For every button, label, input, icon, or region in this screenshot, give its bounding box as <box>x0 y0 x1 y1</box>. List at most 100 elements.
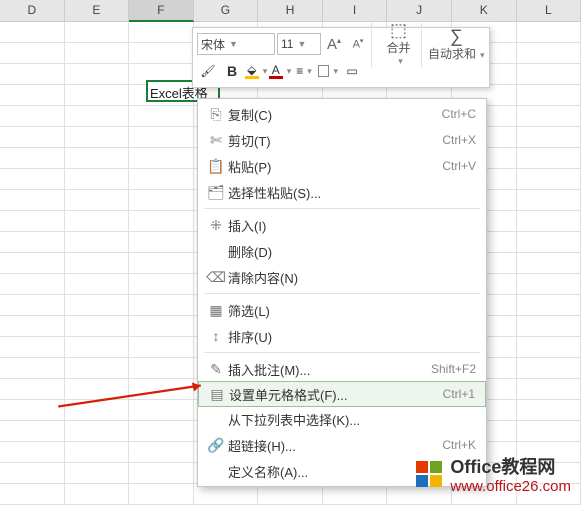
grid-cell[interactable] <box>0 442 65 463</box>
col-header-h[interactable]: H <box>258 0 323 22</box>
font-color-button[interactable]: A ▾ <box>269 60 291 82</box>
grid-cell[interactable] <box>65 211 130 232</box>
grid-cell[interactable] <box>65 379 130 400</box>
grid-cell[interactable] <box>65 64 130 85</box>
grid-cell[interactable] <box>129 337 194 358</box>
grid-cell[interactable] <box>517 295 581 316</box>
col-header-d[interactable]: D <box>0 0 65 22</box>
grid-cell[interactable] <box>258 484 323 505</box>
grid-cell[interactable] <box>65 190 130 211</box>
grid-cell[interactable] <box>517 190 581 211</box>
grid-cell[interactable] <box>129 190 194 211</box>
grid-cell[interactable] <box>129 379 194 400</box>
grid-cell[interactable] <box>129 43 194 64</box>
grid-cell[interactable] <box>0 463 65 484</box>
grid-cell[interactable] <box>129 232 194 253</box>
grid-cell[interactable] <box>65 22 130 43</box>
grid-cell[interactable] <box>517 85 581 106</box>
align-button[interactable]: ≡▾ <box>293 60 315 82</box>
menu-item[interactable]: ▤设置单元格格式(F)...Ctrl+1 <box>198 381 486 407</box>
grid-cell[interactable] <box>129 211 194 232</box>
grid-cell[interactable] <box>129 484 194 505</box>
grid-cell[interactable] <box>65 232 130 253</box>
grid-cell[interactable] <box>0 85 65 106</box>
grid-cell[interactable] <box>65 358 130 379</box>
grid-cell[interactable] <box>0 379 65 400</box>
format-painter-button[interactable]: 🖌 <box>197 60 219 82</box>
menu-item[interactable]: 从下拉列表中选择(K)... <box>198 406 486 432</box>
grid-cell[interactable] <box>517 274 581 295</box>
grid-cell[interactable] <box>517 169 581 190</box>
grid-cell[interactable] <box>65 484 130 505</box>
grid-cell[interactable] <box>0 337 65 358</box>
grid-cell[interactable] <box>517 22 581 43</box>
grid-cell[interactable] <box>65 85 130 106</box>
grid-cell[interactable] <box>0 316 65 337</box>
grid-cell[interactable] <box>0 169 65 190</box>
col-header-g[interactable]: G <box>194 0 259 22</box>
grid-cell[interactable] <box>0 106 65 127</box>
grid-cell[interactable] <box>0 295 65 316</box>
col-header-i[interactable]: I <box>323 0 388 22</box>
grid-cell[interactable] <box>0 358 65 379</box>
col-header-j[interactable]: J <box>387 0 452 22</box>
grid-cell[interactable] <box>0 421 65 442</box>
grid-cell[interactable] <box>129 22 194 43</box>
grid-cell[interactable] <box>517 64 581 85</box>
grid-cell[interactable] <box>65 337 130 358</box>
grid-cell[interactable] <box>517 127 581 148</box>
menu-item[interactable]: ⎘复制(C)Ctrl+C <box>198 101 486 127</box>
grid-cell[interactable] <box>65 253 130 274</box>
grid-cell[interactable] <box>517 43 581 64</box>
grid-cell[interactable] <box>129 400 194 421</box>
grid-cell[interactable] <box>129 148 194 169</box>
grid-cell[interactable] <box>129 106 194 127</box>
decrease-font-button[interactable]: A▾ <box>347 33 369 55</box>
grid-cell[interactable] <box>0 400 65 421</box>
font-size-combo[interactable]: 11 ▼ <box>277 33 321 55</box>
menu-item[interactable]: ▦筛选(L) <box>198 297 486 323</box>
borders-button[interactable]: ▾ <box>317 60 339 82</box>
menu-item[interactable]: 删除(D) <box>198 238 486 264</box>
grid-cell[interactable] <box>0 232 65 253</box>
grid-cell[interactable] <box>0 22 65 43</box>
grid-cell[interactable] <box>0 484 65 505</box>
grid-cell[interactable] <box>129 295 194 316</box>
grid-cell[interactable] <box>517 232 581 253</box>
grid-cell[interactable] <box>65 148 130 169</box>
grid-cell[interactable] <box>65 442 130 463</box>
menu-item[interactable]: ⌫清除内容(N) <box>198 264 486 290</box>
grid-cell[interactable] <box>129 316 194 337</box>
grid-cell[interactable] <box>517 106 581 127</box>
menu-item[interactable]: 🗂选择性粘贴(S)... <box>198 179 486 205</box>
grid-cell[interactable] <box>517 400 581 421</box>
grid-cell[interactable] <box>65 169 130 190</box>
grid-cell[interactable] <box>517 316 581 337</box>
grid-cell[interactable] <box>0 253 65 274</box>
grid-cell[interactable] <box>517 379 581 400</box>
grid-cell[interactable] <box>65 106 130 127</box>
grid-cell[interactable] <box>65 127 130 148</box>
col-header-e[interactable]: E <box>65 0 130 22</box>
grid-cell[interactable] <box>129 253 194 274</box>
grid-cell[interactable] <box>129 442 194 463</box>
grid-cell[interactable] <box>129 421 194 442</box>
grid-cell[interactable] <box>129 463 194 484</box>
grid-cell[interactable] <box>0 211 65 232</box>
menu-item[interactable]: 📋粘贴(P)Ctrl+V <box>198 153 486 179</box>
fill-color-button[interactable]: ⬙ ▾ <box>245 60 267 82</box>
grid-cell[interactable] <box>0 43 65 64</box>
grid-cell[interactable] <box>517 421 581 442</box>
grid-cell[interactable] <box>517 211 581 232</box>
grid-cell[interactable] <box>65 421 130 442</box>
bold-button[interactable]: B <box>221 60 243 82</box>
grid-cell[interactable] <box>65 43 130 64</box>
grid-cell[interactable] <box>65 463 130 484</box>
grid-cell[interactable] <box>129 274 194 295</box>
grid-cell[interactable] <box>0 64 65 85</box>
grid-cell[interactable] <box>323 484 388 505</box>
grid-cell[interactable] <box>517 358 581 379</box>
grid-cell[interactable] <box>0 190 65 211</box>
grid-cell[interactable] <box>517 148 581 169</box>
grid-cell[interactable] <box>129 358 194 379</box>
